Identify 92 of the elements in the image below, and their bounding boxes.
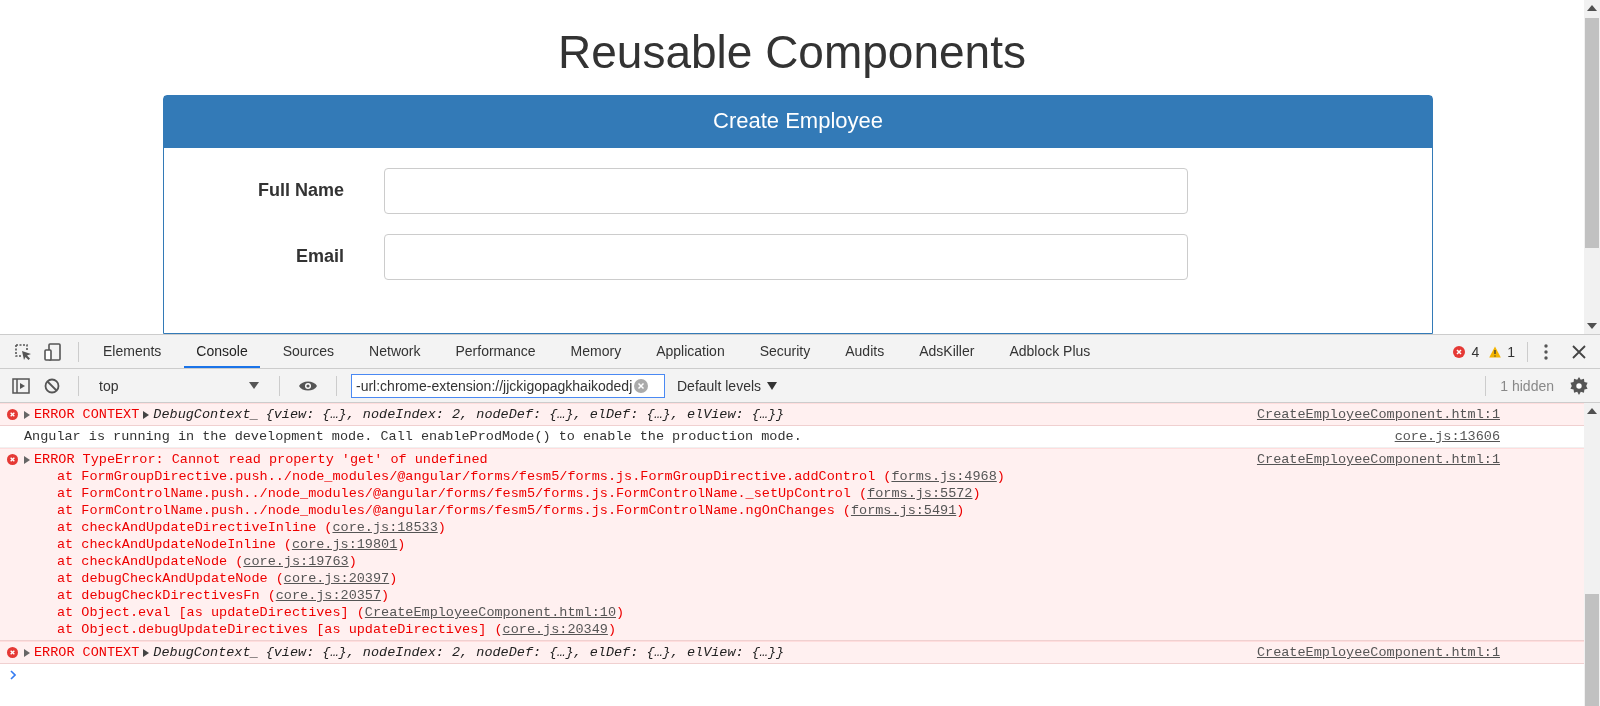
devtools-tab[interactable]: Security: [747, 335, 823, 368]
clear-icon[interactable]: [44, 377, 60, 394]
devtools-tab[interactable]: Adblock Plus: [997, 335, 1103, 368]
frame-link[interactable]: core.js:20349: [502, 622, 608, 637]
devtools-tab[interactable]: AdsKiller: [907, 335, 987, 368]
field-label: Email: [294, 246, 344, 268]
frame-link[interactable]: forms.js:5491: [850, 503, 957, 518]
stack-paren: ): [972, 486, 981, 501]
devtools-tab[interactable]: Memory: [558, 335, 634, 368]
close-icon[interactable]: [1572, 344, 1586, 359]
expand-icon[interactable]: [143, 410, 150, 419]
input-field[interactable]: [384, 233, 1188, 280]
stack-paren: ): [607, 622, 616, 637]
input-field[interactable]: [384, 167, 1188, 214]
device-icon[interactable]: [44, 342, 62, 361]
stack-paren: ): [381, 588, 390, 603]
console-message: Angular is running in the development mode. Call enableProdMode() to enable the production mode.: [24, 429, 802, 444]
more-icon[interactable]: [1544, 343, 1548, 360]
stack-frame: at debugCheckAndUpdateNode (: [57, 571, 284, 586]
stack-frame: at FormControlName.push../node_modules/@angular/forms/fesm5/forms.js.FormControlName.ngOnChanges (: [57, 503, 851, 518]
caret-icon: [249, 382, 259, 389]
stack-paren: ): [397, 537, 406, 552]
settings-icon[interactable]: [1570, 376, 1588, 395]
scroll-down-icon[interactable]: [1587, 323, 1597, 329]
devtools-tab[interactable]: Network: [357, 335, 433, 368]
frame-link[interactable]: core.js:19763: [243, 554, 349, 569]
stack-paren: ): [616, 605, 625, 620]
error-icon: [6, 647, 18, 658]
devtools-tab[interactable]: Application: [644, 335, 737, 368]
devtools-tab[interactable]: Performance: [443, 335, 548, 368]
stack-frame: at Object.debugUpdateDirectives [as updateDirectives] (: [57, 622, 503, 637]
frame-link[interactable]: forms.js:5572: [867, 486, 973, 501]
sidebar-icon[interactable]: [12, 377, 30, 394]
error-icon: [6, 409, 18, 420]
stack-frame: at checkAndUpdateNode (: [57, 554, 244, 569]
scrollbar[interactable]: [1584, 403, 1600, 706]
scroll-thumb[interactable]: [1585, 18, 1599, 248]
page-title: Reusable Components: [558, 26, 1026, 79]
stack-paren: ): [348, 554, 357, 569]
stack-paren: ): [437, 520, 446, 535]
source-link[interactable]: CreateEmployeeComponent.html:1: [1256, 407, 1500, 422]
panel-heading: Create Employee: [164, 95, 1432, 148]
warning-icon: [1489, 345, 1502, 358]
devtools-tab[interactable]: Audits: [833, 335, 897, 368]
stack-frame: at FormControlName.push../node_modules/@angular/forms/fesm5/forms.js.FormControlName._setUpControl (: [57, 486, 868, 501]
levels-dropdown[interactable]: Default levels: [671, 377, 784, 394]
scrollbar[interactable]: [1584, 0, 1600, 334]
expand-icon[interactable]: [24, 410, 30, 419]
object-preview: {view: {…}, nodeIndex: 2, nodeDef: {…}, elDef: {…}, elView: {…}}: [265, 645, 785, 660]
source-link[interactable]: core.js:13606: [1394, 429, 1500, 444]
stack-paren: ): [956, 503, 965, 518]
hidden-count: 1 hidden: [1500, 377, 1554, 394]
error-count: 4: [1471, 343, 1480, 360]
inspect-icon[interactable]: [14, 342, 32, 361]
stack-paren: ): [996, 469, 1005, 484]
scroll-up-icon[interactable]: [1587, 5, 1597, 11]
field-label: Full Name: [256, 180, 344, 202]
devtools-tab[interactable]: Elements: [91, 335, 174, 368]
console-message: ERROR TypeError: Cannot read property 'get' of undefined: [34, 452, 488, 467]
stack-frame: at checkAndUpdateNodeInline (: [57, 537, 292, 552]
frame-link[interactable]: CreateEmployeeComponent.html:10: [364, 605, 616, 620]
console-message: ERROR CONTEXT: [34, 645, 140, 660]
frame-link[interactable]: core.js:19801: [291, 537, 398, 552]
expand-icon[interactable]: [24, 648, 30, 657]
stack-frame: at checkAndUpdateDirectiveInline (: [57, 520, 333, 535]
source-link[interactable]: CreateEmployeeComponent.html:1: [1256, 645, 1500, 660]
eye-icon[interactable]: [298, 379, 318, 392]
frame-link[interactable]: core.js:20397: [283, 571, 390, 586]
console-message: ERROR CONTEXT: [34, 407, 140, 422]
context-dropdown[interactable]: top: [93, 377, 265, 394]
scroll-up-icon[interactable]: [1587, 408, 1597, 414]
frame-link[interactable]: core.js:20357: [275, 588, 382, 603]
frame-link[interactable]: core.js:18533: [332, 520, 438, 535]
error-icon: [1453, 345, 1466, 358]
error-icon: [6, 454, 18, 465]
prompt-icon[interactable]: [10, 670, 16, 680]
caret-icon: [767, 381, 778, 390]
frame-link[interactable]: forms.js:4968: [891, 469, 997, 484]
object-preview: {view: {…}, nodeIndex: 2, nodeDef: {…}, elDef: {…}, elView: {…}}: [265, 407, 785, 422]
stack-frame: at debugCheckDirectivesFn (: [57, 588, 276, 603]
expand-icon[interactable]: [143, 648, 150, 657]
filter-field[interactable]: -url:chrome-extension://jjckigopagkhaikodedj: [351, 373, 665, 398]
expand-icon[interactable]: [24, 455, 30, 464]
devtools-tab[interactable]: Sources: [270, 335, 347, 368]
stack-frame: at FormGroupDirective.push../node_modules/@angular/forms/fesm5/forms.js.FormGroupDirective.addControl (: [57, 469, 892, 484]
stack-frame: at Object.eval [as updateDirectives] (: [57, 605, 365, 620]
source-link[interactable]: CreateEmployeeComponent.html:1: [1256, 452, 1500, 467]
warning-count: 1: [1507, 343, 1515, 360]
stack-paren: ): [389, 571, 398, 586]
object-class: DebugContext_: [153, 407, 259, 422]
object-class: DebugContext_: [153, 645, 259, 660]
scroll-thumb[interactable]: [1585, 594, 1599, 706]
